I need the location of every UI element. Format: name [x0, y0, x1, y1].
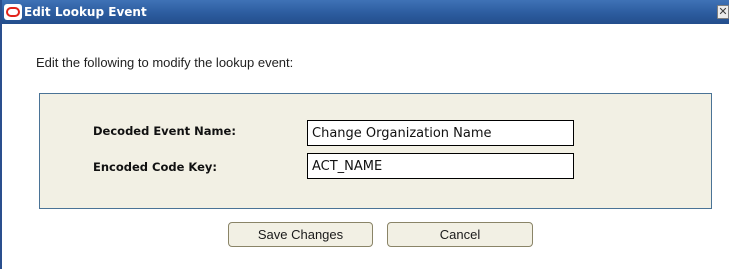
dialog-title: Edit Lookup Event — [24, 5, 147, 19]
form-panel: Decoded Event Name: Encoded Code Key: — [39, 93, 712, 209]
edit-lookup-event-dialog: Edit Lookup Event ✕ Edit the following t… — [0, 0, 729, 269]
oracle-logo-icon — [4, 4, 22, 20]
dialog-titlebar: Edit Lookup Event ✕ — [2, 0, 729, 24]
save-changes-button[interactable]: Save Changes — [228, 222, 373, 247]
encoded-code-key-input[interactable] — [307, 153, 574, 179]
cancel-button[interactable]: Cancel — [387, 222, 533, 247]
oracle-logo-ring — [6, 7, 20, 17]
decoded-event-name-label: Decoded Event Name: — [93, 124, 236, 138]
instruction-text: Edit the following to modify the lookup … — [36, 55, 294, 70]
decoded-event-name-input[interactable] — [307, 120, 574, 146]
close-icon[interactable]: ✕ — [717, 5, 729, 19]
encoded-code-key-label: Encoded Code Key: — [93, 160, 218, 174]
